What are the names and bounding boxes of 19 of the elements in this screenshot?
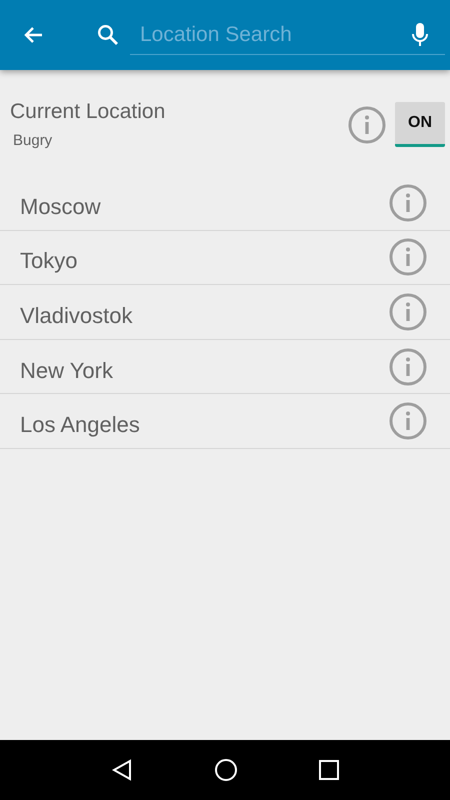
info-icon[interactable]	[389, 238, 427, 276]
info-icon[interactable]	[389, 292, 427, 331]
location-name[interactable]: Moscow	[20, 186, 389, 220]
home-icon[interactable]	[214, 758, 238, 782]
info-icon[interactable]	[348, 106, 386, 144]
search-icon[interactable]	[96, 23, 120, 47]
info-icon[interactable]	[389, 348, 427, 386]
microphone-icon[interactable]	[411, 22, 429, 48]
current-location-title: Current Location	[10, 100, 166, 124]
location-toggle[interactable]: ON	[395, 102, 445, 147]
location-name[interactable]: Los Angeles	[20, 404, 389, 438]
location-name[interactable]: New York	[20, 350, 389, 384]
recents-icon[interactable]	[319, 760, 340, 780]
info-icon[interactable]	[389, 184, 427, 222]
location-name[interactable]: Vladivostok	[20, 294, 389, 329]
current-location-name: Bugry	[12, 132, 54, 149]
location-name[interactable]: Tokyo	[20, 240, 389, 274]
back-icon[interactable]	[110, 759, 133, 781]
info-icon[interactable]	[389, 402, 427, 440]
